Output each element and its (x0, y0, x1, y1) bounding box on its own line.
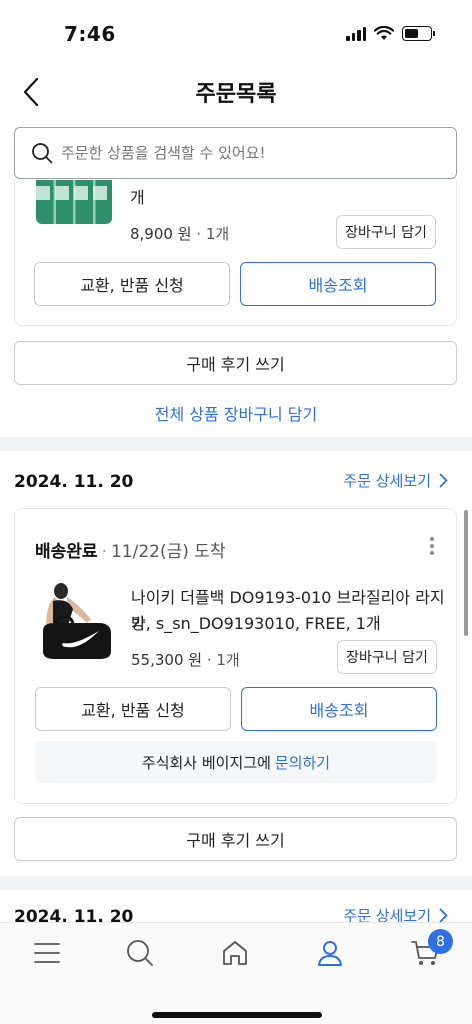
nav-search[interactable] (120, 933, 160, 973)
inquiry-link[interactable]: 문의하기 (275, 752, 330, 773)
order-date: 2024. 11. 20 (14, 907, 134, 922)
write-review-button[interactable]: 구매 후기 쓰기 (14, 817, 457, 861)
delivery-status: 배송완료 · 11/22(금) 도착 (35, 537, 226, 562)
page-title: 주문목록 (195, 82, 277, 107)
section-divider (0, 876, 472, 890)
nav-home[interactable] (215, 933, 255, 973)
nav-menu[interactable] (27, 933, 67, 973)
price-value: 8,900 원 (130, 225, 192, 243)
quantity: · 1개 (206, 651, 240, 669)
cart-badge: 8 (428, 929, 453, 954)
chevron-right-icon (439, 908, 448, 922)
my-page-icon (318, 941, 342, 966)
order-date: 2024. 11. 20 (14, 472, 134, 492)
add-to-cart-button[interactable]: 장바구니 담기 (336, 215, 436, 249)
status-icons (346, 26, 435, 41)
home-icon (223, 941, 247, 965)
seller-name: 주식회사 베이지그에 (141, 753, 271, 772)
status-separator: · (101, 542, 107, 562)
order-card: 배송완료 · 11/22(금) 도착 나이키 더플백 DO9193-010 브라질리… (14, 508, 457, 804)
cellular-signal-icon (346, 26, 366, 41)
chevron-right-icon (439, 473, 448, 488)
product-name[interactable]: 개 (130, 185, 145, 211)
order-detail-link[interactable]: 주문 상세보기 (343, 470, 448, 491)
product-thumbnail[interactable] (36, 180, 112, 224)
section-divider (0, 437, 472, 451)
order-detail-label: 주문 상세보기 (343, 472, 431, 490)
track-delivery-button[interactable]: 배송조회 (241, 687, 437, 731)
add-all-to-cart-link[interactable]: 전체 상품 장바구니 담기 (0, 401, 472, 425)
nav-header: 주문목록 (0, 70, 472, 114)
status-label: 배송완료 (35, 542, 98, 562)
status-time: 7:46 (64, 22, 116, 46)
product-thumbnail[interactable] (33, 579, 113, 663)
nav-my-page[interactable] (310, 933, 350, 973)
add-to-cart-button[interactable]: 장바구니 담기 (337, 640, 437, 674)
more-options-button[interactable] (426, 535, 438, 557)
product-price: 55,300 원 · 1개 (131, 649, 240, 670)
menu-icon (34, 943, 60, 963)
search-input[interactable] (61, 144, 421, 162)
home-indicator (152, 1012, 322, 1018)
scrollbar[interactable] (464, 510, 468, 636)
search-icon (127, 940, 153, 966)
search-box[interactable] (14, 127, 457, 179)
seller-inquiry-box: 주식회사 베이지그에 문의하기 (35, 741, 437, 783)
wifi-icon (374, 26, 394, 40)
bottom-nav: 8 (0, 922, 472, 1024)
product-name-line2[interactable]: 방, s_sn_DO9193010, FREE, 1개 (131, 611, 381, 637)
exchange-return-button[interactable]: 교환, 반품 신청 (34, 262, 230, 306)
battery-icon (402, 26, 435, 41)
order-detail-link[interactable]: 주문 상세보기 (343, 905, 448, 922)
product-price: 8,900 원 · 1개 (130, 223, 229, 244)
exchange-return-button[interactable]: 교환, 반품 신청 (35, 687, 231, 731)
order-detail-label: 주문 상세보기 (343, 907, 431, 922)
track-delivery-button[interactable]: 배송조회 (240, 262, 436, 306)
search-icon (32, 143, 53, 164)
order-list[interactable]: 개 8,900 원 · 1개 장바구니 담기 교환, 반품 신청 배송조회 구매… (0, 180, 472, 922)
status-bar: 7:46 (0, 0, 472, 70)
price-value: 55,300 원 (131, 651, 203, 669)
quantity: · 1개 (196, 225, 230, 243)
arrival-date: 11/22(금) 도착 (110, 542, 226, 562)
write-review-button[interactable]: 구매 후기 쓰기 (14, 341, 457, 385)
